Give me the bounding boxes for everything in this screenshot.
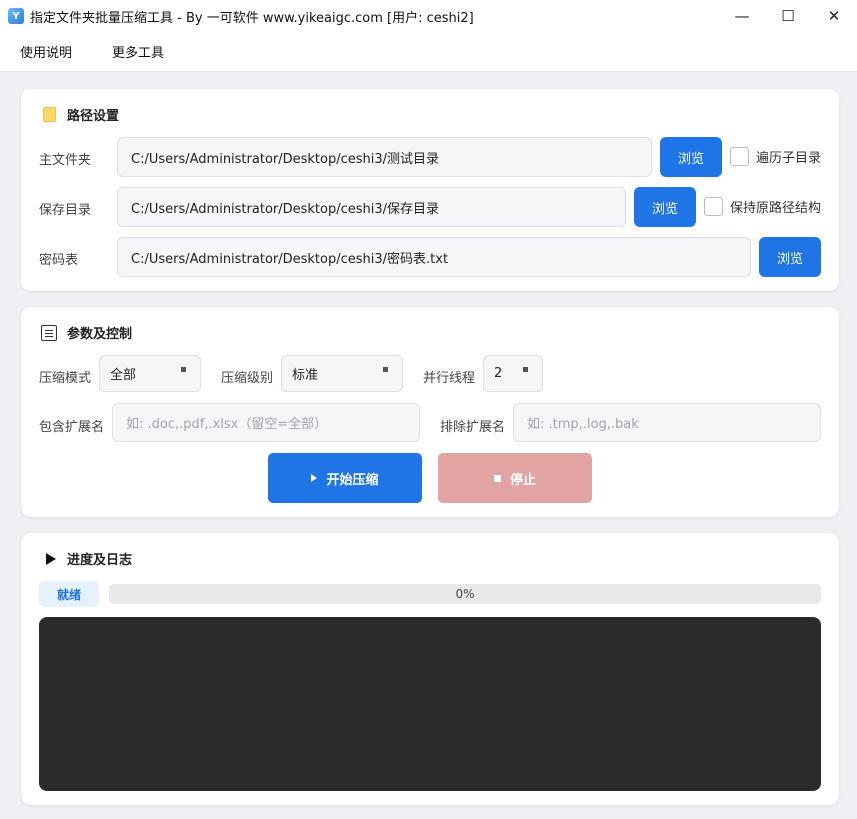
params-panel: 参数及控制 压缩模式 全部 压缩级别 标准 并行线程 2 包含扩展名 如: .d… bbox=[21, 307, 839, 517]
include-ext-input[interactable]: 如: .doc,.pdf,.xlsx（留空=全部） bbox=[112, 403, 420, 442]
keep-path-structure-checkbox[interactable] bbox=[704, 197, 723, 216]
password-table-browse-button[interactable]: 浏览 bbox=[759, 237, 821, 277]
traverse-subdirs-label: 遍历子目录 bbox=[756, 151, 822, 166]
threads-spinbox[interactable]: 2 bbox=[483, 355, 543, 392]
spin-indicator-icon bbox=[523, 367, 528, 372]
compress-mode-value: 全部 bbox=[110, 368, 137, 383]
dropdown-indicator-icon bbox=[181, 367, 186, 372]
progress-percent-text: 0% bbox=[455, 587, 475, 601]
compress-level-select[interactable]: 标准 bbox=[281, 355, 403, 392]
triangle-right-icon bbox=[41, 551, 57, 567]
close-button[interactable]: ✕ bbox=[811, 0, 857, 32]
stop-icon bbox=[493, 474, 501, 482]
progress-title: 进度及日志 bbox=[67, 553, 133, 568]
window-controls: — ☐ ✕ bbox=[719, 0, 857, 32]
path-settings-panel: 路径设置 主文件夹 C:/Users/Administrator/Desktop… bbox=[21, 89, 839, 291]
stop-button[interactable]: 停止 bbox=[438, 453, 592, 503]
menu-item-usage[interactable]: 使用说明 bbox=[20, 42, 72, 61]
log-output[interactable] bbox=[39, 617, 821, 791]
title-bar: Y 指定文件夹批量压缩工具 - By 一可软件 www.yikeaigc.com… bbox=[0, 0, 857, 32]
save-dir-browse-button[interactable]: 浏览 bbox=[634, 187, 696, 227]
main-folder-input[interactable]: C:/Users/Administrator/Desktop/ceshi3/测试… bbox=[117, 137, 652, 177]
path-settings-title: 路径设置 bbox=[67, 109, 120, 124]
app-logo-icon: Y bbox=[8, 8, 24, 24]
threads-label: 并行线程 bbox=[423, 371, 476, 386]
progress-bar: 0% bbox=[109, 584, 821, 604]
params-header: 参数及控制 bbox=[41, 323, 132, 342]
traverse-subdirs-checkbox[interactable] bbox=[730, 147, 749, 166]
minimize-icon: — bbox=[734, 7, 750, 25]
main-folder-browse-button[interactable]: 浏览 bbox=[660, 137, 722, 177]
save-dir-label: 保存目录 bbox=[39, 203, 92, 218]
progress-panel: 进度及日志 就绪 0% bbox=[21, 533, 839, 805]
progress-header[interactable]: 进度及日志 bbox=[41, 549, 132, 568]
password-table-input[interactable]: C:/Users/Administrator/Desktop/ceshi3/密码… bbox=[117, 237, 751, 277]
window-title: 指定文件夹批量压缩工具 - By 一可软件 www.yikeaigc.com [… bbox=[30, 10, 474, 26]
password-table-label: 密码表 bbox=[39, 253, 79, 268]
keep-path-structure-option[interactable]: 保持原路径结构 bbox=[704, 197, 821, 216]
dropdown-indicator-icon bbox=[383, 367, 388, 372]
menu-item-more-tools[interactable]: 更多工具 bbox=[112, 42, 164, 61]
folder-icon bbox=[41, 107, 57, 123]
threads-value: 2 bbox=[494, 366, 503, 381]
exclude-ext-label: 排除扩展名 bbox=[440, 420, 506, 435]
close-icon: ✕ bbox=[827, 7, 841, 25]
minimize-button[interactable]: — bbox=[719, 0, 765, 32]
list-icon bbox=[41, 324, 57, 341]
include-ext-label: 包含扩展名 bbox=[39, 420, 105, 435]
status-badge: 就绪 bbox=[39, 581, 99, 607]
path-settings-header: 路径设置 bbox=[41, 105, 119, 124]
traverse-subdirs-option[interactable]: 遍历子目录 bbox=[730, 147, 821, 166]
compress-mode-label: 压缩模式 bbox=[39, 371, 92, 386]
start-compress-label: 开始压缩 bbox=[326, 472, 379, 488]
stop-label: 停止 bbox=[509, 472, 536, 488]
start-compress-button[interactable]: 开始压缩 bbox=[268, 453, 422, 503]
compress-level-label: 压缩级别 bbox=[221, 371, 274, 386]
compress-level-value: 标准 bbox=[292, 368, 319, 383]
play-icon bbox=[311, 474, 318, 482]
menu-bar: 使用说明 更多工具 bbox=[0, 32, 857, 72]
maximize-icon: ☐ bbox=[781, 7, 795, 25]
save-dir-input[interactable]: C:/Users/Administrator/Desktop/ceshi3/保存… bbox=[117, 187, 626, 227]
main-folder-label: 主文件夹 bbox=[39, 153, 92, 168]
compress-mode-select[interactable]: 全部 bbox=[99, 355, 201, 392]
keep-path-structure-label: 保持原路径结构 bbox=[730, 201, 822, 216]
exclude-ext-input[interactable]: 如: .tmp,.log,.bak bbox=[513, 403, 821, 442]
maximize-button[interactable]: ☐ bbox=[765, 0, 811, 32]
params-title: 参数及控制 bbox=[67, 327, 133, 342]
